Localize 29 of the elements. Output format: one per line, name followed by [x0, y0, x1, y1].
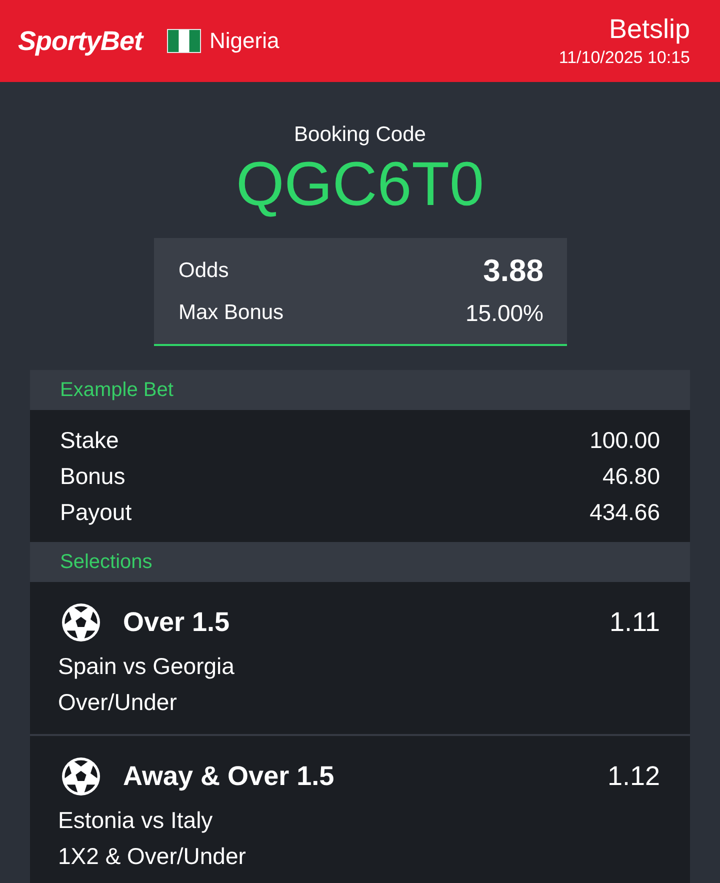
- selection-pick: Away & Over 1.5: [123, 760, 334, 792]
- market-name: 1X2 & Over/Under: [58, 842, 246, 871]
- soccer-ball-icon: [61, 602, 101, 642]
- date-time: 11/10/2025 10:15: [558, 47, 690, 69]
- soccer-ball-icon: [61, 756, 101, 796]
- booking-code-label: Booking Code: [294, 122, 426, 148]
- selection-odds: 1.11: [609, 606, 660, 638]
- page-title: Betslip: [608, 13, 690, 46]
- selection-pick: Over 1.5: [123, 606, 230, 638]
- country-name: Nigeria: [210, 28, 280, 54]
- bet-value: 46.80: [602, 462, 660, 491]
- booking-code: QGC6T0: [236, 149, 484, 221]
- bet-label: Bonus: [60, 462, 126, 491]
- flag-icon: [166, 29, 201, 53]
- bet-value: 434.66: [590, 498, 660, 527]
- bet-value: 100.00: [590, 426, 660, 455]
- section-header: Selections: [30, 542, 690, 582]
- section-header: Example Bet: [30, 370, 690, 410]
- market-name: Over/Under: [58, 688, 177, 717]
- selection-odds: 1.12: [607, 760, 660, 792]
- match-name: Estonia vs Italy: [58, 806, 213, 835]
- summary-value: 3.88: [483, 253, 544, 289]
- bet-label: Stake: [60, 426, 119, 455]
- summary-label: Max Bonus: [178, 301, 284, 325]
- summary-label: Odds: [178, 259, 229, 283]
- bet-label: Payout: [60, 498, 132, 527]
- match-name: Spain vs Georgia: [58, 652, 234, 681]
- summary-value: 15.00%: [465, 300, 544, 326]
- logo: SportyBet: [18, 26, 143, 56]
